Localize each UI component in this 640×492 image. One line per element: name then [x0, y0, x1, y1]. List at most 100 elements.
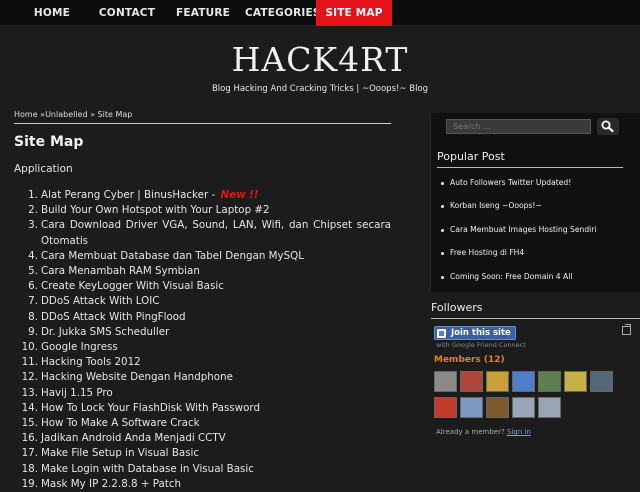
avatar[interactable]: [512, 371, 535, 392]
popular-post-title: Popular Post: [437, 150, 505, 163]
new-badge: New !!: [220, 189, 259, 201]
avatar[interactable]: [460, 397, 483, 418]
breadcrumb-separator: »: [37, 110, 46, 119]
list-item: 6. Create KeyLogger With Visual Basic: [14, 279, 391, 294]
post-link[interactable]: Make File Setup in Visual Basic: [41, 446, 391, 461]
post-link[interactable]: Cara Menambah RAM Symbian: [41, 264, 391, 279]
list-item: 16. Jadikan Android Anda Menjadi CCTV: [14, 431, 391, 446]
search-icon: [601, 120, 614, 133]
avatar[interactable]: [486, 397, 509, 418]
post-link[interactable]: Cara Download Driver VGA, Sound, LAN, Wi…: [41, 218, 391, 248]
top-nav: HOME CONTACT FEATURE CATEGORIES SITE MAP: [0, 0, 640, 26]
list-number: 3.: [28, 219, 38, 232]
list-number: 13.: [21, 386, 38, 399]
avatar[interactable]: [538, 371, 561, 392]
post-link[interactable]: How To Lock Your FlashDisk With Password: [41, 401, 391, 416]
list-item: 9. Dr. Jukka SMS Scheduller: [14, 325, 391, 340]
list-number: 7.: [28, 295, 38, 308]
post-link[interactable]: Alat Perang Cyber | BinusHacker - New !!: [41, 188, 391, 203]
post-link[interactable]: Create KeyLogger With Visual Basic: [41, 279, 391, 294]
search-input[interactable]: [446, 119, 591, 134]
post-link[interactable]: Mask My IP 2.2.8.8 + Patch: [41, 477, 391, 492]
label-title: Application: [14, 163, 73, 175]
post-link[interactable]: Havij 1.15 Pro: [41, 386, 391, 401]
site-description: Blog Hacking And Cracking Tricks | ~Ooop…: [211, 84, 429, 94]
popular-post-link[interactable]: Coming Soon: Free Domain 4 All: [441, 272, 572, 281]
list-item: 7. DDoS Attack With LOIC: [14, 294, 391, 309]
breadcrumb: Home »Unlabelled » Site Map: [14, 110, 391, 124]
post-link[interactable]: Google Ingress: [41, 340, 391, 355]
list-number: 15.: [21, 417, 38, 430]
join-site-button[interactable]: Join this site: [434, 326, 516, 340]
post-link[interactable]: Dr. Jukka SMS Scheduller: [41, 325, 391, 340]
search-button[interactable]: [597, 118, 619, 135]
list-number: 11.: [21, 356, 38, 369]
list-number: 2.: [28, 204, 38, 217]
post-link[interactable]: DDoS Attack With PingFlood: [41, 310, 391, 325]
breadcrumb-label[interactable]: Unlabelled: [45, 110, 88, 119]
gfc-note: with Google Friend Connect: [436, 341, 526, 349]
post-link[interactable]: Build Your Own Hotspot with Your Laptop …: [41, 203, 391, 218]
breadcrumb-home[interactable]: Home: [14, 110, 38, 119]
members-count[interactable]: Members (12): [434, 355, 505, 365]
avatar[interactable]: [538, 397, 561, 418]
list-number: 8.: [28, 310, 38, 323]
list-item: 1. Alat Perang Cyber | BinusHacker - New …: [14, 188, 391, 203]
popular-post-link[interactable]: Korban Iseng ~Ooops!~: [441, 201, 542, 210]
list-item: 15. How To Make A Software Crack: [14, 416, 391, 431]
list-item: 3. Cara Download Driver VGA, Sound, LAN, …: [14, 218, 391, 248]
list-item: 13. Havij 1.15 Pro: [14, 386, 391, 401]
nav-home[interactable]: HOME: [30, 0, 74, 26]
google-icon: [437, 329, 446, 338]
list-number: 19.: [21, 477, 38, 490]
list-number: 14.: [21, 401, 38, 414]
post-link[interactable]: DDoS Attack With LOIC: [41, 294, 391, 309]
list-number: 10.: [21, 341, 38, 354]
avatar[interactable]: [460, 371, 483, 392]
avatar[interactable]: [486, 371, 509, 392]
sign-in-link[interactable]: Sign in: [507, 428, 531, 436]
divider: [437, 167, 623, 168]
list-item: 18. Make Login with Database in Visual Ba…: [14, 462, 391, 477]
post-link[interactable]: Hacking Website Dengan Handphone: [41, 370, 391, 385]
list-number: 18.: [21, 462, 38, 475]
post-title: Alat Perang Cyber | BinusHacker -: [41, 189, 219, 201]
page-title: Site Map: [14, 134, 84, 150]
avatar[interactable]: [512, 397, 535, 418]
list-number: 6.: [28, 280, 38, 293]
avatar[interactable]: [564, 371, 587, 392]
popular-post-link[interactable]: Free Hosting di FH4: [441, 248, 524, 257]
list-item: 11. Hacking Tools 2012: [14, 355, 391, 370]
followers-title: Followers: [431, 301, 483, 314]
post-link[interactable]: Hacking Tools 2012: [41, 355, 391, 370]
already-label: Already a member?: [436, 428, 507, 436]
list-item: 19. Mask My IP 2.2.8.8 + Patch: [14, 477, 391, 492]
list-item: 17. Make File Setup in Visual Basic: [14, 446, 391, 461]
avatar[interactable]: [590, 371, 613, 392]
nav-site-map[interactable]: SITE MAP: [316, 0, 392, 26]
avatar[interactable]: [434, 371, 457, 392]
breadcrumb-separator: »: [87, 110, 98, 119]
post-link[interactable]: How To Make A Software Crack: [41, 416, 391, 431]
expand-icon[interactable]: [622, 324, 631, 335]
post-link[interactable]: Jadikan Android Anda Menjadi CCTV: [41, 431, 391, 446]
post-list: 1. Alat Perang Cyber | BinusHacker - New …: [14, 188, 391, 492]
nav-categories[interactable]: CATEGORIES: [245, 0, 320, 26]
site-title[interactable]: HACK4RT: [0, 40, 640, 79]
list-number: 12.: [21, 371, 38, 384]
nav-contact[interactable]: CONTACT: [96, 0, 158, 26]
post-link[interactable]: Cara Membuat Database dan Tabel Dengan M…: [41, 249, 391, 264]
popular-post-link[interactable]: Auto Followers Twitter Updated!: [441, 178, 571, 187]
already-member-text: Already a member? Sign in: [436, 428, 531, 436]
list-item: 4. Cara Membuat Database dan Tabel Dengan…: [14, 249, 391, 264]
list-number: 1.: [28, 189, 38, 201]
avatar[interactable]: [434, 397, 457, 418]
list-item: 14. How To Lock Your FlashDisk With Passw…: [14, 401, 391, 416]
nav-feature[interactable]: FEATURE: [176, 0, 230, 26]
list-item: 10. Google Ingress: [14, 340, 391, 355]
breadcrumb-current: Site Map: [97, 110, 133, 119]
post-link[interactable]: Make Login with Database in Visual Basic: [41, 462, 391, 477]
list-number: 16.: [21, 432, 38, 445]
popular-post-link[interactable]: Cara Membuat Images Hosting Sendiri: [441, 225, 597, 234]
list-number: 17.: [21, 447, 38, 460]
